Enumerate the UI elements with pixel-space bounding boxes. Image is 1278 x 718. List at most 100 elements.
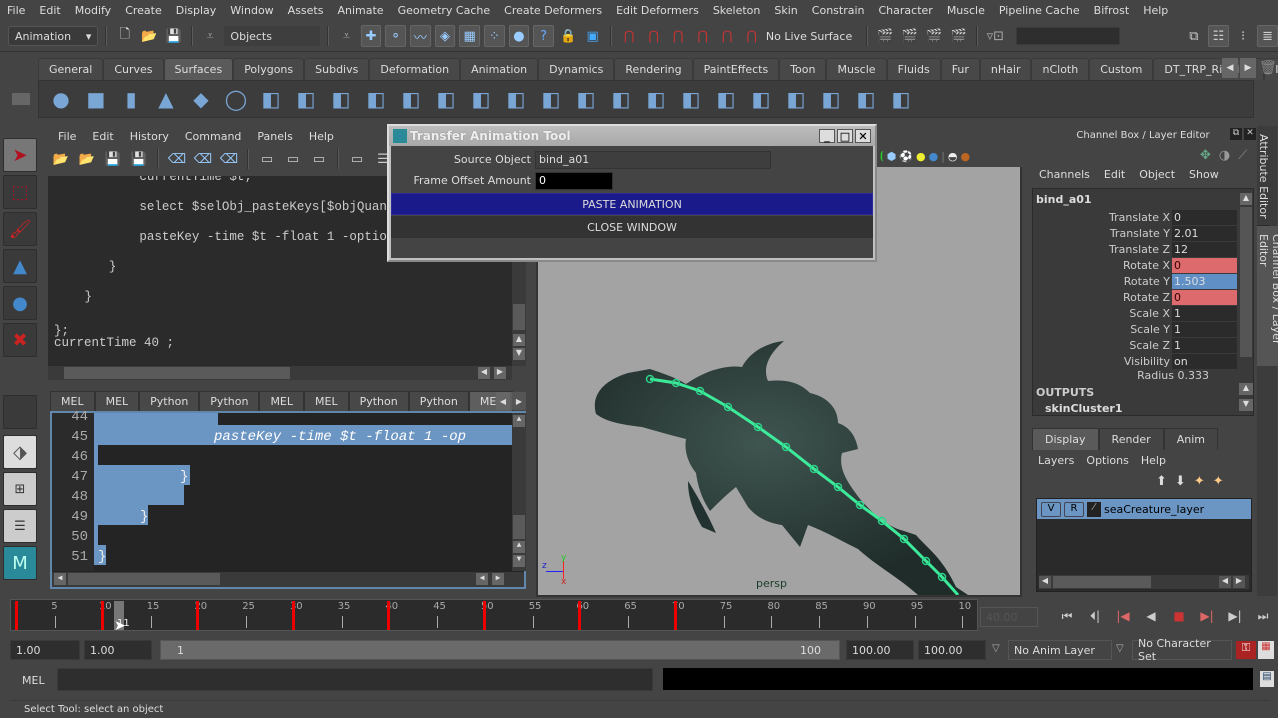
- chevron-down-icon[interactable]: ▽: [1116, 643, 1124, 654]
- scroll-right-icon[interactable]: ▶: [1240, 58, 1256, 78]
- auto-key-icon[interactable]: ⚿: [1236, 641, 1256, 659]
- channel-menu-object[interactable]: Object: [1132, 168, 1182, 181]
- stop-icon[interactable]: ■: [1168, 609, 1190, 624]
- channel-box-toggle-icon[interactable]: ☷: [1208, 25, 1229, 47]
- layer-editor-toggle-icon[interactable]: ≣: [1257, 25, 1278, 47]
- scale-tool-icon[interactable]: ✖: [3, 323, 37, 357]
- scroll-thumb[interactable]: [513, 304, 525, 330]
- planar-icon[interactable]: ◧: [327, 85, 355, 113]
- shelf-tab-toon[interactable]: Toon: [779, 58, 827, 80]
- select-deformations-icon[interactable]: ▦: [459, 25, 480, 47]
- save-scene-icon[interactable]: 💾: [163, 25, 184, 47]
- select-rendering-icon[interactable]: ●: [508, 25, 530, 47]
- soft-mod-icon[interactable]: ◧: [852, 85, 880, 113]
- input-mode-icon[interactable]: ▿⊡: [985, 25, 1006, 47]
- current-time-field[interactable]: 40.00: [980, 607, 1038, 627]
- extend-icon[interactable]: ◧: [887, 85, 915, 113]
- channel-row-scale-y[interactable]: Scale Y1: [1033, 321, 1241, 337]
- select-by-hierarchy-icon[interactable]: ✚: [360, 25, 382, 47]
- speed-icon[interactable]: ◑: [1219, 148, 1230, 163]
- menu-edit[interactable]: Edit: [32, 4, 67, 17]
- anim-layer-dropdown[interactable]: No Anim Layer: [1008, 640, 1112, 660]
- menu-bifrost[interactable]: Bifrost: [1087, 4, 1137, 17]
- ambient-occlusion-icon[interactable]: ◓: [948, 150, 958, 163]
- script-menu-file[interactable]: File: [50, 130, 84, 143]
- hyper-icon[interactable]: ⟋: [1238, 148, 1247, 163]
- menu-help[interactable]: Help: [1136, 4, 1175, 17]
- scroll-left-icon[interactable]: ◀: [478, 367, 490, 379]
- keyframe-marker[interactable]: [291, 601, 295, 630]
- channel-value[interactable]: 0: [1172, 289, 1237, 305]
- clear-history-icon[interactable]: ⌫: [166, 148, 188, 170]
- clear-all-icon[interactable]: ⌫: [218, 148, 240, 170]
- show-history-icon[interactable]: ▭: [256, 148, 278, 170]
- layer-menu-options[interactable]: Options: [1080, 454, 1134, 467]
- command-line-input[interactable]: [57, 668, 653, 691]
- dialog-titlebar[interactable]: Transfer Animation Tool _ □ ✕: [389, 126, 875, 146]
- use-all-lights-icon[interactable]: ●: [916, 150, 926, 163]
- channel-row-scale-z[interactable]: Scale Z1: [1033, 337, 1241, 353]
- attach-icon[interactable]: ◧: [782, 85, 810, 113]
- quick-search-field[interactable]: [1015, 27, 1120, 45]
- scroll-left-icon[interactable]: ◀: [476, 573, 488, 585]
- menu-character[interactable]: Character: [872, 4, 940, 17]
- channel-menu-show[interactable]: Show: [1182, 168, 1226, 181]
- input-horizontal-scrollbar[interactable]: ◀ ◀ ▶: [52, 572, 524, 587]
- script-menu-panels[interactable]: Panels: [249, 130, 300, 143]
- channel-row-translate-x[interactable]: Translate X0: [1033, 209, 1241, 225]
- channel-box-tab[interactable]: Channel Box / Layer Editor: [1257, 226, 1278, 366]
- channel-menu-channels[interactable]: Channels: [1032, 168, 1097, 181]
- channel-row-translate-y[interactable]: Translate Y 2.01: [1033, 225, 1241, 241]
- channel-value[interactable]: 1.503: [1172, 273, 1237, 289]
- shelf-tab-fluids[interactable]: Fluids: [886, 58, 941, 80]
- menu-skin[interactable]: Skin: [767, 4, 804, 17]
- open-scene-icon[interactable]: 📂: [139, 25, 160, 47]
- animation-preferences-icon[interactable]: ▦: [1258, 641, 1274, 659]
- output-node-skincluster[interactable]: skinCluster1: [1045, 402, 1122, 415]
- scroll-down-icon[interactable]: ▼: [513, 348, 525, 360]
- isolate-select-icon[interactable]: ⦗: [880, 149, 884, 163]
- channel-row-visibility[interactable]: Visibility on: [1033, 353, 1241, 369]
- layer-menu-help[interactable]: Help: [1135, 454, 1172, 467]
- range-slider[interactable]: 1 100: [160, 640, 840, 660]
- shelf-tab-polygons[interactable]: Polygons: [233, 58, 305, 80]
- select-misc-icon[interactable]: ?: [533, 25, 554, 47]
- menu-pipeline-cache[interactable]: Pipeline Cache: [992, 4, 1087, 17]
- menu-muscle[interactable]: Muscle: [940, 4, 992, 17]
- keyframe-marker[interactable]: [387, 601, 391, 630]
- sphere-icon[interactable]: ●: [47, 85, 75, 113]
- channel-row-rotate-z[interactable]: Rotate Z0: [1033, 289, 1241, 305]
- object-name[interactable]: bind_a01: [1036, 193, 1092, 206]
- revolve-icon[interactable]: ◧: [257, 85, 285, 113]
- keyframe-marker[interactable]: [196, 601, 200, 630]
- step-back-frame-icon[interactable]: ⏴|: [1084, 609, 1106, 624]
- channel-value[interactable]: 0: [1172, 209, 1237, 225]
- code-line[interactable]: }: [98, 547, 106, 567]
- tool-settings-icon[interactable]: ⁝: [1233, 25, 1254, 47]
- script-input-editor[interactable]: 44 45 46 47 48 49 50 51 pasteKey -time $t -floa…: [50, 409, 526, 589]
- paste-animation-button[interactable]: PASTE ANIMATION: [391, 193, 873, 215]
- scroll-down-icon[interactable]: ▼: [513, 555, 525, 567]
- insert-isoparm-icon[interactable]: ◧: [747, 85, 775, 113]
- channel-row-rotate-y[interactable]: Rotate Y 1.503: [1033, 273, 1241, 289]
- cylinder-icon[interactable]: ▮: [117, 85, 145, 113]
- highlight-selection-icon[interactable]: ▣: [582, 25, 603, 47]
- boundary-icon[interactable]: ◧: [432, 85, 460, 113]
- play-backwards-icon[interactable]: ◀: [1140, 609, 1162, 624]
- scroll-thumb[interactable]: [1053, 576, 1151, 588]
- scroll-left-icon[interactable]: ◀: [1219, 576, 1231, 588]
- four-view-layout-icon[interactable]: ⊞: [3, 472, 37, 506]
- make-live-icon[interactable]: ⋂: [741, 25, 762, 47]
- scroll-right-icon[interactable]: ▶: [492, 573, 504, 585]
- render-view-icon[interactable]: 🎬: [875, 25, 896, 47]
- script-menu-history[interactable]: History: [122, 130, 177, 143]
- character-set-dropdown[interactable]: No Character Set: [1132, 637, 1232, 663]
- menu-create[interactable]: Create: [118, 4, 169, 17]
- menu-window[interactable]: Window: [223, 4, 280, 17]
- scroll-up-icon[interactable]: ▲: [513, 415, 525, 427]
- playback-end-field[interactable]: 100.00: [846, 640, 914, 660]
- paint-select-tool-icon[interactable]: 🖌: [3, 212, 37, 246]
- channel-row-translate-z[interactable]: Translate Z 12: [1033, 241, 1241, 257]
- clear-input-icon[interactable]: ⌫: [192, 148, 214, 170]
- chevron-down-icon[interactable]: ⩡: [336, 25, 357, 47]
